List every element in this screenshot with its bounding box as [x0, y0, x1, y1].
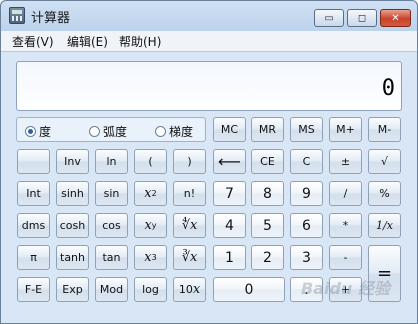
- square-exponent: 2: [151, 189, 157, 198]
- yroot-label: ∜x: [181, 218, 198, 233]
- digit-4-button[interactable]: 4: [213, 213, 246, 238]
- display-value: 0: [381, 76, 395, 101]
- multiply-button[interactable]: *: [329, 213, 362, 238]
- digit-5-button[interactable]: 5: [251, 213, 284, 238]
- backspace-button[interactable]: ⟵: [213, 149, 246, 174]
- mod-button[interactable]: Mod: [95, 277, 128, 302]
- ce-button[interactable]: CE: [251, 149, 284, 174]
- radio-radians-indicator: [89, 126, 100, 137]
- menu-edit[interactable]: 编辑(E): [67, 33, 108, 50]
- maximize-button[interactable]: ◻: [347, 9, 377, 27]
- reciprocal-button[interactable]: 1/x: [368, 213, 401, 238]
- window-title: 计算器: [31, 11, 71, 26]
- radio-gradians-indicator: [155, 126, 166, 137]
- radio-gradians[interactable]: 梯度: [155, 123, 193, 140]
- cube-exponent: 3: [151, 253, 157, 262]
- ln-button[interactable]: ln: [95, 149, 128, 174]
- yroot-button[interactable]: ∜x: [173, 213, 206, 238]
- power-base: x: [144, 218, 152, 233]
- maximize-icon: ◻: [357, 12, 367, 24]
- cosh-button[interactable]: cosh: [56, 213, 89, 238]
- mr-button[interactable]: MR: [251, 117, 284, 142]
- backspace-arrow-icon: ⟵: [218, 152, 241, 171]
- power-exponent: y: [151, 221, 157, 230]
- square-base: x: [144, 186, 152, 201]
- fe-button[interactable]: F-E: [17, 277, 50, 302]
- digit-7-button[interactable]: 7: [213, 181, 246, 206]
- left-paren-button[interactable]: (: [134, 149, 167, 174]
- ms-button[interactable]: MS: [290, 117, 323, 142]
- close-icon: ✕: [391, 12, 400, 24]
- power-button[interactable]: xy: [134, 213, 167, 238]
- mc-button[interactable]: MC: [213, 117, 246, 142]
- title-bar[interactable]: 计算器 ▭ ◻ ✕: [1, 1, 417, 31]
- digit-1-button[interactable]: 1: [213, 245, 246, 270]
- digit-2-button[interactable]: 2: [251, 245, 284, 270]
- digit-0-button[interactable]: 0: [213, 277, 285, 302]
- ten-power-exponent: x: [192, 282, 201, 297]
- radio-gradians-label: 梯度: [169, 125, 194, 139]
- digit-8-button[interactable]: 8: [251, 181, 284, 206]
- factorial-button[interactable]: n!: [173, 181, 206, 206]
- digit-3-button[interactable]: 3: [290, 245, 323, 270]
- exp-button[interactable]: Exp: [56, 277, 89, 302]
- cube-button[interactable]: x3: [134, 245, 167, 270]
- percent-button[interactable]: %: [368, 181, 401, 206]
- radio-degrees[interactable]: 度: [25, 123, 51, 140]
- ten-power-button[interactable]: 10 x: [173, 277, 206, 302]
- radio-radians[interactable]: 弧度: [89, 123, 127, 140]
- sin-button[interactable]: sin: [95, 181, 128, 206]
- baidu-watermark: Baidu 经验: [301, 279, 390, 298]
- m-plus-button[interactable]: M+: [329, 117, 362, 142]
- log-button[interactable]: log: [134, 277, 167, 302]
- m-minus-button[interactable]: M-: [368, 117, 401, 142]
- reciprocal-label: 1/x: [376, 219, 393, 232]
- blank-button[interactable]: [17, 149, 50, 174]
- dms-button[interactable]: dms: [17, 213, 50, 238]
- cube-root-label: ∛x: [181, 250, 198, 265]
- cube-root-button[interactable]: ∛x: [173, 245, 206, 270]
- menu-view[interactable]: 查看(V): [12, 33, 54, 50]
- sqrt-button[interactable]: √: [368, 149, 401, 174]
- sinh-button[interactable]: sinh: [56, 181, 89, 206]
- pi-button[interactable]: π: [17, 245, 50, 270]
- cube-base: x: [144, 250, 152, 265]
- tanh-button[interactable]: tanh: [56, 245, 89, 270]
- angle-unit-group: 度 弧度 梯度: [16, 117, 206, 142]
- calculator-window: 计算器 ▭ ◻ ✕ 查看(V) 编辑(E) 帮助(H) 0 度 弧度 梯度 MC…: [0, 0, 418, 324]
- radio-radians-label: 弧度: [103, 125, 128, 139]
- menu-bar: 查看(V) 编辑(E) 帮助(H): [1, 31, 417, 52]
- tan-button[interactable]: tan: [95, 245, 128, 270]
- menu-help[interactable]: 帮助(H): [119, 33, 161, 50]
- radio-degrees-indicator: [25, 126, 36, 137]
- inv-button[interactable]: Inv: [56, 149, 89, 174]
- divide-button[interactable]: /: [329, 181, 362, 206]
- digit-6-button[interactable]: 6: [290, 213, 323, 238]
- cos-button[interactable]: cos: [95, 213, 128, 238]
- calculator-app-icon: [9, 7, 25, 24]
- ten-power-base: 10: [178, 283, 193, 296]
- close-button[interactable]: ✕: [380, 9, 411, 27]
- minimize-icon: ▭: [324, 12, 334, 24]
- digit-9-button[interactable]: 9: [290, 181, 323, 206]
- c-button[interactable]: C: [290, 149, 323, 174]
- right-paren-button[interactable]: ): [173, 149, 206, 174]
- plus-minus-button[interactable]: ±: [329, 149, 362, 174]
- result-display: 0: [16, 61, 402, 111]
- subtract-button[interactable]: -: [329, 245, 362, 270]
- square-button[interactable]: x2: [134, 181, 167, 206]
- minimize-button[interactable]: ▭: [314, 9, 344, 27]
- int-button[interactable]: Int: [17, 181, 50, 206]
- radio-degrees-label: 度: [39, 125, 52, 139]
